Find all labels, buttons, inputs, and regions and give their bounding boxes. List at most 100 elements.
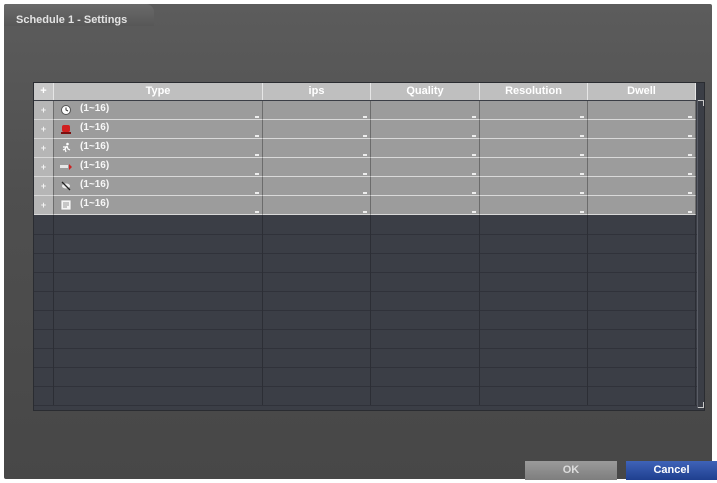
chevron-down-icon [580,135,584,137]
dwell-dropdown[interactable] [588,120,696,139]
type-cell[interactable]: (1~16) [54,158,263,177]
quality-dropdown[interactable] [371,177,480,196]
row-add-button[interactable]: + [34,139,54,158]
dwell-dropdown[interactable] [588,177,696,196]
chevron-down-icon [255,211,259,213]
type-label: (1~16) [80,198,110,209]
dwell-dropdown[interactable] [588,158,696,177]
chevron-down-icon [363,116,367,118]
type-cell[interactable]: (1~16) [54,101,263,120]
quality-dropdown[interactable] [371,101,480,120]
chevron-down-icon [580,116,584,118]
chevron-down-icon [363,173,367,175]
chevron-down-icon [472,173,476,175]
quality-dropdown[interactable] [371,139,480,158]
type-label: (1~16) [80,141,110,152]
table-row[interactable]: + (1~16) [34,101,699,120]
empty-row [34,329,699,349]
settings-dialog: Schedule 1 - Settings + Type ips Quality… [4,4,717,480]
resolution-dropdown[interactable] [480,101,588,120]
quality-dropdown[interactable] [371,120,480,139]
resolution-header: Resolution [480,83,588,100]
add-column-header[interactable]: + [34,83,54,100]
chevron-down-icon [472,192,476,194]
type-cell[interactable]: (1~16) [54,196,263,215]
table-row[interactable]: + (1~16) [34,139,699,158]
chevron-down-icon [363,211,367,213]
text-input-icon [60,199,72,211]
table-row[interactable]: + (1~16) [34,158,699,177]
type-cell[interactable]: (1~16) [54,139,263,158]
chevron-down-icon [688,173,692,175]
row-add-button[interactable]: + [34,196,54,215]
empty-row [34,310,699,330]
type-cell[interactable]: (1~16) [54,177,263,196]
chevron-down-icon [255,116,259,118]
ips-dropdown[interactable] [263,101,371,120]
empty-row [34,291,699,311]
row-add-button[interactable]: + [34,101,54,120]
dialog-title: Schedule 1 - Settings [16,14,128,26]
chevron-down-icon [363,135,367,137]
empty-row [34,386,699,406]
type-label: (1~16) [80,160,110,171]
red-siren-icon [60,123,72,135]
cancel-button[interactable]: Cancel [626,461,717,480]
quality-dropdown[interactable] [371,196,480,215]
type-label: (1~16) [80,179,110,190]
table-row[interactable]: + (1~16) [34,196,699,215]
type-header: Type [54,83,263,100]
type-label: (1~16) [80,122,110,133]
chevron-down-icon [255,135,259,137]
ips-dropdown[interactable] [263,177,371,196]
scroll-bottom-cap [698,402,704,408]
chevron-down-icon [363,154,367,156]
ips-dropdown[interactable] [263,158,371,177]
chevron-down-icon [580,192,584,194]
chevron-down-icon [255,154,259,156]
chevron-down-icon [688,154,692,156]
ips-header: ips [263,83,371,100]
row-add-button[interactable]: + [34,158,54,177]
row-add-button[interactable]: + [34,177,54,196]
chevron-down-icon [363,192,367,194]
table-row[interactable]: + (1~16) [34,177,699,196]
chevron-down-icon [472,211,476,213]
resolution-dropdown[interactable] [480,158,588,177]
chevron-down-icon [688,192,692,194]
type-label: (1~16) [80,103,110,114]
ips-dropdown[interactable] [263,120,371,139]
quality-dropdown[interactable] [371,158,480,177]
chevron-down-icon [580,154,584,156]
chevron-down-icon [255,192,259,194]
table-row[interactable]: + (1~16) [34,120,699,139]
ok-button[interactable]: OK [525,461,617,480]
ips-dropdown[interactable] [263,139,371,158]
quality-header: Quality [371,83,480,100]
vertical-scrollbar[interactable] [697,100,704,408]
dwell-dropdown[interactable] [588,101,696,120]
resolution-dropdown[interactable] [480,120,588,139]
chevron-down-icon [688,135,692,137]
empty-row [34,253,699,273]
dwell-dropdown[interactable] [588,196,696,215]
video-loss-icon [60,180,72,192]
type-cell[interactable]: (1~16) [54,120,263,139]
empty-row [34,234,699,254]
row-add-button[interactable]: + [34,120,54,139]
empty-row [34,367,699,387]
dwell-dropdown[interactable] [588,139,696,158]
chevron-down-icon [255,173,259,175]
alarm-in-icon [60,161,72,173]
resolution-dropdown[interactable] [480,196,588,215]
schedule-table: + Type ips Quality Resolution Dwell + (1… [33,82,705,411]
chevron-down-icon [472,116,476,118]
resolution-dropdown[interactable] [480,139,588,158]
running-person-icon [60,142,72,154]
ips-dropdown[interactable] [263,196,371,215]
chevron-down-icon [580,173,584,175]
dwell-header: Dwell [588,83,696,100]
empty-row [34,348,699,368]
chevron-down-icon [688,211,692,213]
resolution-dropdown[interactable] [480,177,588,196]
